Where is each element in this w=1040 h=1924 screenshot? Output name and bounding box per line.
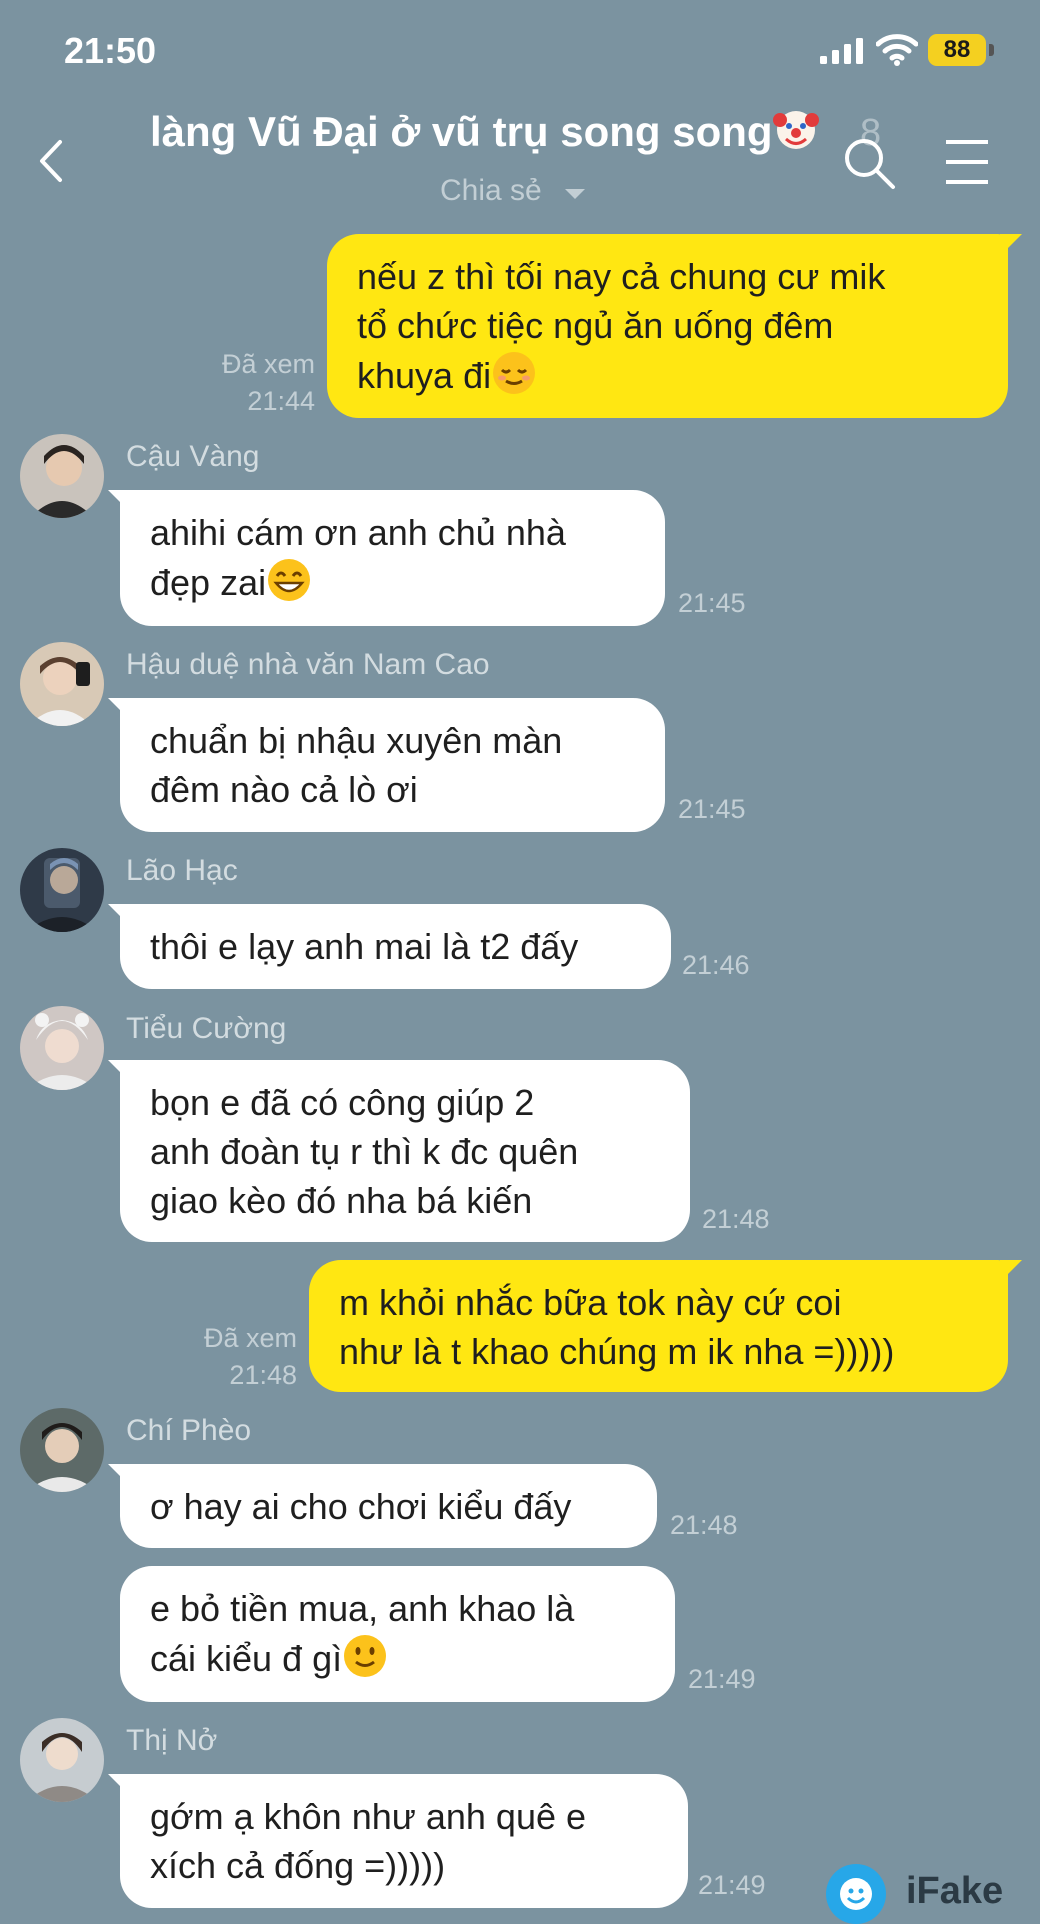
sender-name: Chí Phèo — [126, 1414, 252, 1447]
menu-icon[interactable] — [944, 138, 990, 186]
message-line: thôi e lạy anh mai là t2 đấy — [150, 926, 579, 967]
message-line: gớm ạ khôn như anh quê e — [150, 1796, 587, 1837]
message-line: như là t khao chúng m ik nha =))))) — [339, 1331, 895, 1372]
watermark: iFake — [826, 1864, 1026, 1924]
wifi-icon — [876, 34, 918, 66]
message-time: 21:48 — [670, 1510, 738, 1540]
avatar[interactable] — [20, 1718, 104, 1802]
message-line: bọn e đã có công giúp 2 — [150, 1082, 535, 1123]
share-dropdown[interactable]: Chia sẻ — [440, 174, 542, 208]
seen-label: Đã xem — [203, 1323, 297, 1353]
search-icon[interactable] — [842, 136, 896, 190]
message-line: giao kèo đó nha bá kiến — [150, 1180, 533, 1221]
sender-name: Hậu duệ nhà văn Nam Cao — [126, 648, 490, 681]
status-time: 21:50 — [64, 30, 157, 71]
relieved-emoji — [493, 352, 536, 394]
message-time: 21:48 — [702, 1204, 770, 1234]
message-time: 21:49 — [688, 1664, 756, 1694]
sender-name: Lão Hạc — [126, 854, 238, 887]
message-bubble[interactable]: gớm ạ khôn như anh quê e xích cả đống =)… — [120, 1774, 688, 1908]
message-line: đêm nào cả lò ơi — [150, 769, 418, 810]
sender-name: Cậu Vàng — [126, 440, 260, 473]
sender-name: Thị Nở — [126, 1724, 218, 1757]
clown-emoji — [772, 111, 819, 149]
status-bar: 21:50 88 — [0, 0, 1040, 100]
battery-level: 88 — [943, 36, 971, 63]
battery-icon: 88 — [928, 34, 996, 66]
message-time: 21:45 — [678, 588, 746, 618]
message-line: ơ hay ai cho chơi kiểu đấy — [150, 1486, 572, 1527]
message-line: m khỏi nhắc bữa tok này cứ coi — [339, 1282, 842, 1323]
read-receipt: Đã xem 21:48 — [147, 1320, 297, 1394]
message-line: ahihi cám ơn anh chủ nhà — [150, 512, 566, 553]
message-line: đẹp zai — [150, 562, 267, 603]
message-time: 21:44 — [247, 386, 315, 416]
chevron-down-icon[interactable] — [565, 189, 585, 199]
message-bubble[interactable]: thôi e lạy anh mai là t2 đấy — [120, 904, 671, 989]
avatar[interactable] — [20, 434, 104, 518]
message-line: cái kiểu đ gì — [150, 1638, 343, 1679]
back-arrow-icon[interactable] — [32, 136, 72, 186]
group-title[interactable]: làng Vũ Đại ở vũ trụ song song — [150, 106, 819, 156]
avatar[interactable] — [20, 848, 104, 932]
message-bubble[interactable]: bọn e đã có công giúp 2 anh đoàn tụ r th… — [120, 1060, 690, 1242]
slight-smile-emoji — [344, 1635, 387, 1677]
read-receipt: Đã xem 21:44 — [165, 346, 315, 420]
message-line: chuẩn bị nhậu xuyên màn — [150, 720, 563, 761]
message-time: 21:48 — [229, 1360, 297, 1390]
chat-header: làng Vũ Đại ở vũ trụ song song 8 Chia sẻ — [0, 100, 1040, 220]
message-line: khuya đi — [357, 355, 492, 396]
message-line: tổ chức tiệc ngủ ăn uống đêm — [357, 305, 834, 346]
seen-label: Đã xem — [221, 349, 315, 379]
message-time: 21:46 — [682, 950, 750, 980]
message-time: 21:49 — [698, 1870, 766, 1900]
message-time: 21:45 — [678, 794, 746, 824]
message-bubble[interactable]: chuẩn bị nhậu xuyên màn đêm nào cả lò ơi — [120, 698, 665, 832]
message-bubble[interactable]: m khỏi nhắc bữa tok này cứ coi như là t … — [309, 1260, 1008, 1392]
message-bubble[interactable]: ơ hay ai cho chơi kiểu đấy — [120, 1464, 657, 1548]
message-line: nếu z thì tối nay cả chung cư mik — [357, 256, 886, 297]
message-bubble[interactable]: nếu z thì tối nay cả chung cư mik tổ chứ… — [327, 234, 1008, 418]
grin-emoji — [268, 559, 311, 601]
avatar[interactable] — [20, 642, 104, 726]
message-bubble[interactable]: ahihi cám ơn anh chủ nhà đẹp zai — [120, 490, 665, 626]
sender-name: Tiểu Cường — [126, 1012, 287, 1045]
watermark-text: iFake — [906, 1870, 1004, 1912]
cellular-signal-icon — [820, 38, 863, 64]
message-line: xích cả đống =))))) — [150, 1845, 446, 1886]
message-line: e bỏ tiền mua, anh khao là — [150, 1588, 575, 1629]
avatar[interactable] — [20, 1408, 104, 1492]
message-line: anh đoàn tụ r thì k đc quên — [150, 1131, 579, 1172]
group-title-text: làng Vũ Đại ở vũ trụ song song — [150, 108, 773, 155]
smiley-logo-icon — [826, 1864, 886, 1924]
message-bubble[interactable]: e bỏ tiền mua, anh khao là cái kiểu đ gì — [120, 1566, 675, 1702]
avatar[interactable] — [20, 1006, 104, 1090]
